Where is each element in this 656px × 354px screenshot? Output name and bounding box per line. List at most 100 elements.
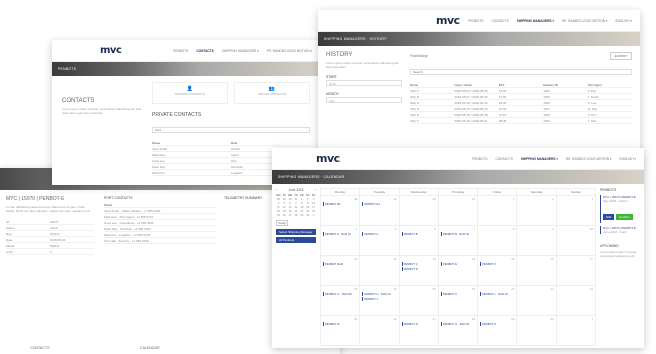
mini-day[interactable]: 4 [276, 202, 281, 205]
calendar-day-cell[interactable]: 26 [360, 316, 400, 346]
calendar-day-cell[interactable]: 17 [556, 256, 596, 286]
select-manager-button[interactable]: Select Shipping Manager [276, 229, 316, 235]
calendar-event[interactable]: PENBOT F [480, 262, 514, 266]
calendar-day-cell[interactable]: 2 [517, 196, 557, 226]
calendar-event[interactable]: PENBOT H · Refit 10 [362, 292, 396, 296]
nav-item[interactable]: PENBOTS [472, 157, 487, 161]
calendar-event[interactable]: PENBOT B [401, 232, 436, 236]
calendar-day-cell[interactable]: 22 PENBOT L · Refit 44 [478, 286, 518, 316]
nav-item[interactable]: RE. RANDEZ-VOUS MOTION ▾ [562, 19, 608, 23]
start-field[interactable]: 2018 [326, 80, 402, 86]
mini-day[interactable]: 25 [276, 214, 281, 217]
next-month-icon[interactable]: › [315, 188, 316, 192]
calendar-day-cell[interactable]: 15 PENBOT F [478, 256, 518, 286]
month-field[interactable]: May [326, 97, 402, 103]
mini-day[interactable]: 19 [282, 210, 287, 213]
calendar-day-cell[interactable]: 30 [517, 316, 557, 346]
calendar-day-cell[interactable]: 8 [478, 226, 518, 256]
nav-item[interactable]: SHIPPING MANAGERS ▾ [517, 19, 554, 23]
calendar-day-cell[interactable]: 6 PENBOT B [399, 226, 439, 256]
mini-day[interactable]: 1 [299, 198, 304, 201]
mini-day[interactable]: 2 [305, 198, 310, 201]
mini-day[interactable]: 10 [311, 202, 316, 205]
calendar-day-cell[interactable]: 29 PENBOT P [478, 316, 518, 346]
calendar-event[interactable]: PENBOT A [362, 232, 396, 236]
mini-day[interactable]: 29 [282, 198, 287, 201]
calendar-day-cell[interactable]: 11 PENBOT Refit [321, 256, 361, 286]
mvc-logo[interactable]: mvc [316, 152, 340, 165]
calendar-day-cell[interactable]: 30 [399, 196, 439, 226]
side-penbot-item[interactable]: MYC | 15070 | PENBOT-E May 2018 · Harbor E… [600, 195, 640, 223]
calendar-event[interactable]: PENBOT N [401, 322, 436, 326]
mini-day[interactable]: 17 [311, 206, 316, 209]
mini-day[interactable]: 13 [288, 206, 293, 209]
calendar-event[interactable]: PENBOT P [480, 322, 514, 326]
calendar-day-cell[interactable]: 7 PENBOT B · Refit 22 [438, 226, 479, 256]
mvc-logo[interactable]: mvc [100, 45, 122, 56]
mini-day[interactable]: 29 [299, 214, 304, 217]
calendar-day-cell[interactable]: 28 PENBOT B1 [321, 196, 361, 226]
nav-item[interactable]: ENGLISH ▾ [620, 157, 636, 161]
mini-day[interactable]: 14 [294, 206, 299, 209]
mini-day[interactable]: 5 [282, 202, 287, 205]
calendar-day-cell[interactable]: 20 [399, 286, 439, 316]
calendar-event[interactable]: PENBOT Refit [323, 262, 357, 266]
calendar-day-cell[interactable]: 31 [438, 196, 479, 226]
mini-day[interactable]: 16 [305, 206, 310, 209]
nav-item[interactable]: CONTACTS [196, 49, 213, 53]
mvc-logo[interactable]: mvc [436, 14, 460, 27]
calendar-day-cell[interactable]: 13 PENBOT C PENBOT D [399, 256, 439, 286]
nav-item[interactable]: ENGLISH ▾ [616, 19, 632, 23]
mini-day[interactable]: 18 [276, 210, 281, 213]
calendar-day-cell[interactable]: 27 PENBOT N [399, 316, 439, 346]
today-button[interactable]: Today [276, 220, 288, 226]
table-row[interactable]: Ship F 2018-05-19 / 2018-05-21 08:45 1029 T.… [410, 118, 632, 124]
nav-item[interactable]: CONTACTS [495, 157, 512, 161]
calendar-event[interactable]: PENBOT C [401, 262, 436, 266]
calendar-event[interactable]: PENBOT O · Refit 02 [440, 322, 475, 326]
calendar-event[interactable]: PENBOT K [440, 292, 475, 296]
calendar-event[interactable]: PENBOT J [362, 297, 396, 301]
mini-day[interactable]: 9 [305, 202, 310, 205]
nav-item[interactable]: PENBOTS [173, 49, 188, 53]
mini-day[interactable]: 11 [276, 206, 281, 209]
calendar-event[interactable]: PENBOT M [323, 322, 357, 326]
nav-item[interactable]: RE. RANDEZ-VOUS MOTION ▾ [566, 157, 612, 161]
mini-day[interactable]: 28 [276, 198, 281, 201]
mini-day[interactable]: 20 [288, 210, 293, 213]
mini-day[interactable]: 7 [294, 202, 299, 205]
calendar-day-cell[interactable]: 14 PENBOT E [438, 256, 479, 286]
calendar-day-cell[interactable]: 1 [478, 196, 518, 226]
mini-day[interactable]: 21 [294, 210, 299, 213]
calendar-day-cell[interactable]: 21 PENBOT K [438, 286, 479, 316]
mini-day[interactable]: 31 [294, 198, 299, 201]
mini-day[interactable]: 26 [282, 214, 287, 217]
calendar-day-cell[interactable]: 12 [360, 256, 400, 286]
calendar-day-cell[interactable]: 4 PENBOT A · Refit 12 [321, 226, 361, 256]
nav-item[interactable]: PENBOTS [468, 19, 483, 23]
mini-day[interactable]: 30 [288, 198, 293, 201]
nav-item[interactable]: FR. RANDEZ-VOUS MOTION ▾ [267, 49, 312, 53]
calendar-event[interactable]: PENBOT E [440, 262, 475, 266]
calendar-day-cell[interactable]: 24 [556, 286, 596, 316]
mini-day[interactable]: 28 [294, 214, 299, 217]
calendar-day-cell[interactable]: 29 PENBOT E1 [360, 196, 400, 226]
calendar-day-cell[interactable]: 18 PENBOT G · Refit 08 [321, 286, 361, 316]
group-contacts-tile[interactable]: 👥 GROUP CONTACTS [234, 82, 310, 104]
calendar-day-cell[interactable]: 5 PENBOT A [360, 226, 400, 256]
calendar-day-cell[interactable]: 19 PENBOT H · Refit 10 PENBOT J [360, 286, 400, 316]
mini-day[interactable]: 15 [299, 206, 304, 209]
calendar-day-cell[interactable]: 9 [517, 226, 557, 256]
edit-button[interactable]: Edit [603, 214, 615, 220]
port-contact-row[interactable]: Tom Hall · Security · +1 555 0105 [104, 238, 216, 244]
mini-day[interactable]: 6 [288, 202, 293, 205]
private-contacts-tile[interactable]: 👤 PRIVATE CONTACTS [152, 82, 228, 104]
calendar-day-cell[interactable]: 28 PENBOT O · Refit 02 [438, 316, 479, 346]
calendar-event[interactable]: PENBOT D [401, 267, 436, 271]
mini-day[interactable]: 27 [288, 214, 293, 217]
calendar-day-cell[interactable]: 16 [517, 256, 557, 286]
history-search-input[interactable] [410, 69, 632, 75]
mini-day[interactable]: 23 [305, 210, 310, 213]
mini-day[interactable]: 24 [311, 210, 316, 213]
calendar-day-cell[interactable]: 23 [517, 286, 557, 316]
